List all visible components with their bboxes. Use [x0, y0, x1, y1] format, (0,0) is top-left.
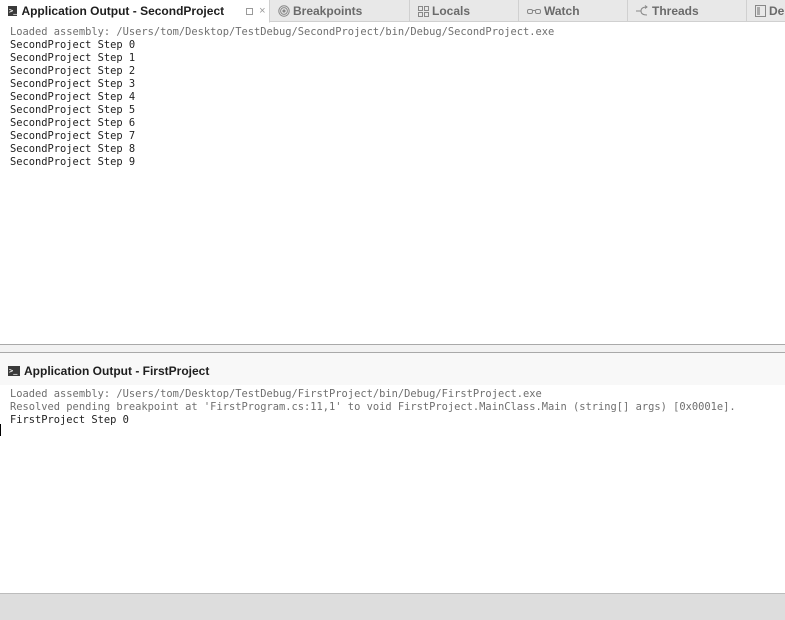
tab-label: Breakpoints: [293, 4, 363, 18]
pane-title: Application Output - FirstProject: [24, 364, 210, 378]
text-caret: [0, 424, 1, 436]
output-pane-header-firstproject: >_ Application Output - FirstProject: [0, 353, 785, 385]
output-pane-firstproject[interactable]: Loaded assembly: /Users/tom/Desktop/Test…: [0, 385, 785, 593]
tab-actions: ×: [246, 5, 266, 17]
output-lines: FirstProject Step 0: [10, 414, 785, 427]
output-line: FirstProject Step 0: [10, 414, 129, 426]
console-output: Loaded assembly: /Users/tom/Desktop/Test…: [0, 23, 785, 169]
output-line: SecondProject Step 6: [10, 117, 136, 129]
output-line: SecondProject Step 7: [10, 130, 136, 142]
pane-splitter[interactable]: [0, 344, 785, 353]
tab-label: Threads: [652, 4, 699, 18]
tab-debug-partial[interactable]: De: [747, 0, 785, 22]
tab-label: Locals: [432, 4, 471, 18]
terminal-icon: >_: [8, 366, 20, 376]
locals-grid-icon: [418, 5, 429, 17]
output-line: SecondProject Step 2: [10, 65, 136, 77]
output-line: SecondProject Step 4: [10, 91, 136, 103]
tab-locals[interactable]: Locals: [410, 0, 519, 22]
threads-icon: [636, 5, 649, 17]
console-output: Loaded assembly: /Users/tom/Desktop/Test…: [0, 385, 785, 427]
terminal-icon: >_: [8, 6, 18, 16]
output-pane-secondproject[interactable]: Loaded assembly: /Users/tom/Desktop/Test…: [0, 23, 785, 344]
tab-label: De: [769, 4, 785, 18]
output-line: SecondProject Step 5: [10, 104, 136, 116]
tab-label: Application Output - SecondProject: [21, 4, 225, 18]
glasses-icon: [527, 7, 541, 15]
panel-icon: [755, 5, 766, 17]
tab-application-output-secondproject[interactable]: >_ Application Output - SecondProject ×: [0, 0, 270, 23]
pad-tab-bar: >_ Application Output - SecondProject × …: [0, 0, 785, 23]
resolved-breakpoint-line: Resolved pending breakpoint at 'FirstPro…: [10, 401, 736, 413]
status-bar: [0, 593, 785, 620]
output-lines: SecondProject Step 0 SecondProject Step 1…: [10, 39, 785, 169]
output-line: SecondProject Step 1: [10, 52, 136, 64]
breakpoints-icon: [278, 5, 290, 17]
tab-watch[interactable]: Watch: [519, 0, 628, 22]
tab-label: Watch: [544, 4, 580, 18]
tab-breakpoints[interactable]: Breakpoints: [270, 0, 410, 22]
output-line: SecondProject Step 9: [10, 156, 136, 168]
output-line: SecondProject Step 3: [10, 78, 136, 90]
maximize-icon[interactable]: [246, 7, 254, 15]
loaded-assembly-line: Loaded assembly: /Users/tom/Desktop/Test…: [10, 388, 542, 400]
tab-threads[interactable]: Threads: [628, 0, 747, 22]
output-line: SecondProject Step 8: [10, 143, 136, 155]
close-icon[interactable]: ×: [259, 5, 265, 17]
loaded-assembly-line: Loaded assembly: /Users/tom/Desktop/Test…: [10, 26, 555, 38]
output-line: SecondProject Step 0: [10, 39, 136, 51]
